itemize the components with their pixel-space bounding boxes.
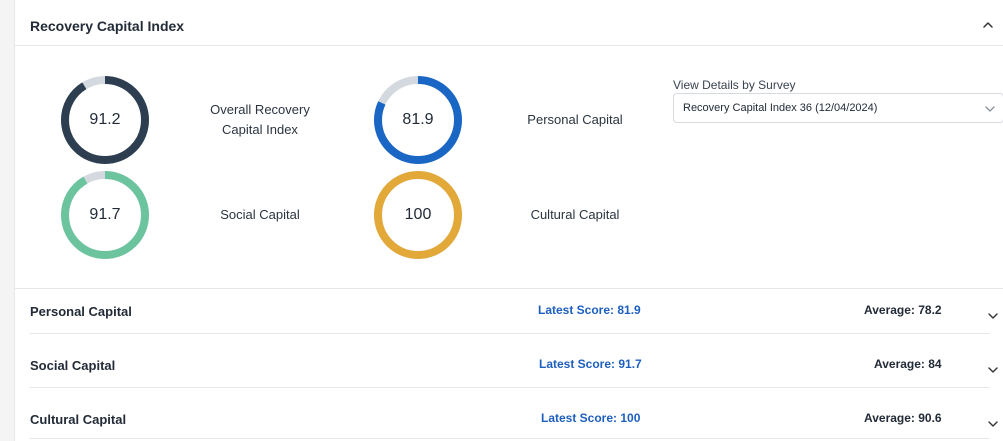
cultural-gauge-value: 100 [404, 206, 432, 223]
survey-select-value: Recovery Capital Index 36 (12/04/2024) [683, 102, 878, 114]
row-latest-score: Latest Score: 91.7 [539, 357, 642, 371]
page-background [0, 0, 14, 441]
survey-select-label: View Details by Survey [673, 78, 796, 92]
chevron-down-icon[interactable] [987, 364, 999, 376]
row-average: Average: 90.6 [864, 411, 942, 425]
personal-gauge-value: 81.9 [402, 111, 434, 128]
row-average: Average: 78.2 [864, 303, 942, 317]
row-latest-score: Latest Score: 100 [541, 411, 641, 425]
overall-gauge-label: Overall Recovery Capital Index [210, 102, 310, 137]
row-title: Cultural Capital [30, 412, 127, 427]
row-latest-score: Latest Score: 81.9 [538, 303, 641, 317]
chevron-down-icon[interactable] [987, 310, 999, 322]
card-title: Recovery Capital Index [30, 18, 185, 34]
survey-select[interactable]: Recovery Capital Index 36 (12/04/2024) [673, 93, 1003, 123]
row-separator [30, 438, 990, 439]
row-separator [30, 333, 990, 334]
personal-gauge-label: Personal Capital [527, 112, 623, 127]
social-gauge: 91.7 [58, 168, 152, 262]
chevron-down-icon [985, 106, 995, 112]
cultural-gauge: 100 [371, 168, 465, 262]
chevron-up-icon[interactable] [981, 18, 995, 32]
overall-gauge: 91.2 [58, 73, 152, 167]
card-header[interactable]: Recovery Capital Index [15, 0, 1003, 46]
row-title: Social Capital [30, 358, 116, 373]
personal-gauge: 81.9 [371, 73, 465, 167]
chevron-down-icon[interactable] [987, 418, 999, 430]
row-average: Average: 84 [874, 357, 942, 371]
recovery-capital-card: Recovery Capital Index 91.2 Overall Reco… [14, 0, 1003, 441]
social-gauge-value: 91.7 [89, 206, 121, 223]
row-title: Personal Capital [30, 304, 132, 319]
overall-gauge-value: 91.2 [89, 111, 121, 128]
social-gauge-label: Social Capital [220, 207, 300, 222]
row-separator [30, 387, 990, 388]
cultural-gauge-label: Cultural Capital [530, 207, 620, 222]
section-divider [15, 288, 1003, 289]
